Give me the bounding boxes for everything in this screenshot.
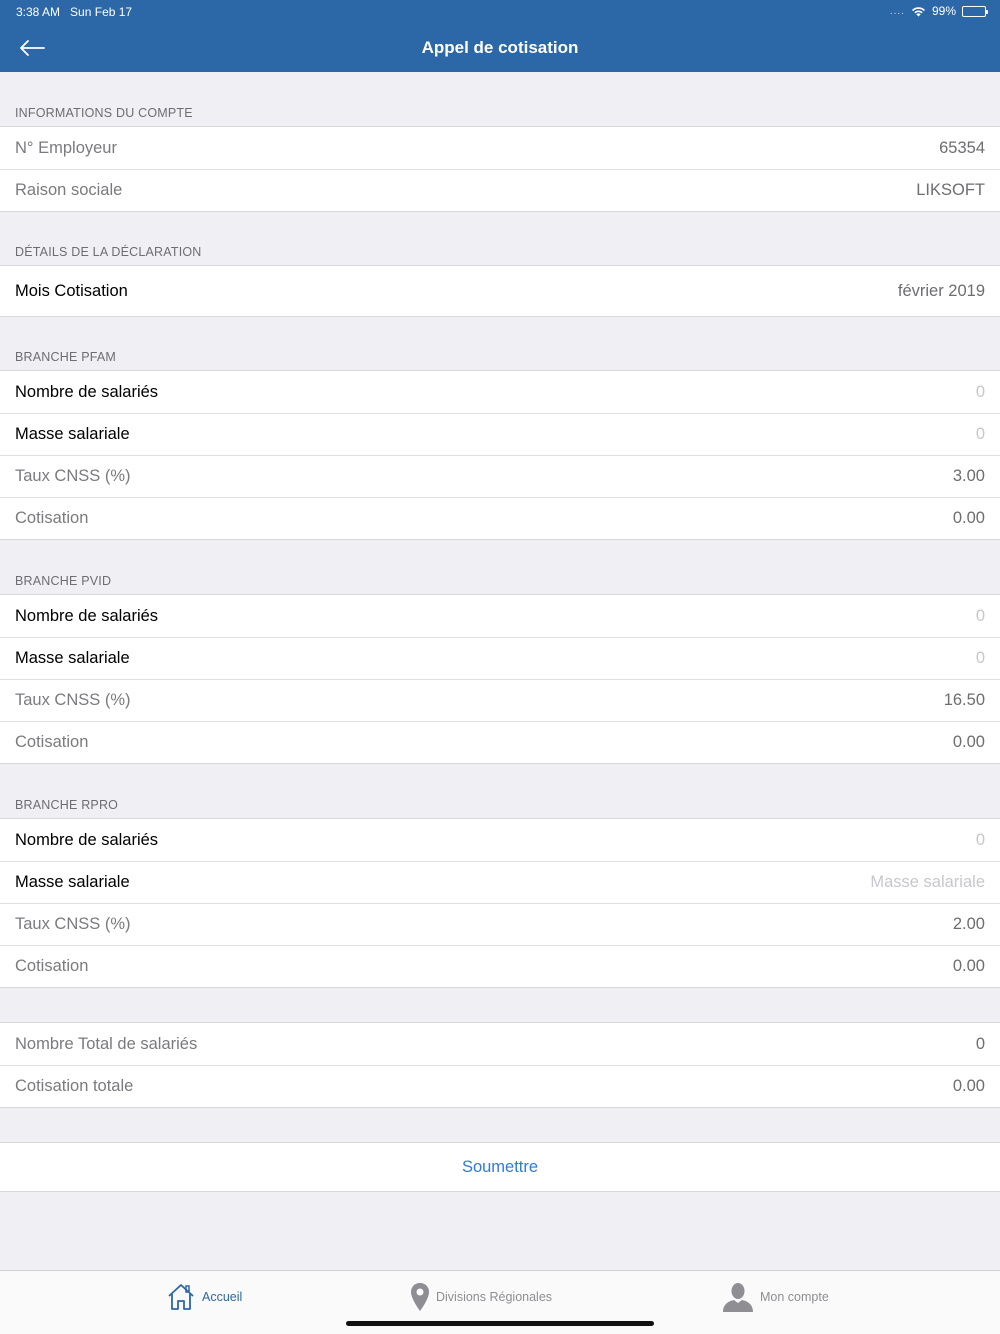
navigation-bar: Appel de cotisation [0,24,1000,72]
pfam-payroll-row: Masse salariale [0,413,1000,455]
pvid-rate-value: 16.50 [943,691,985,709]
month-value[interactable]: février 2019 [898,282,985,301]
pvid-employees-input[interactable] [685,606,985,626]
rpro-payroll-input[interactable] [685,873,985,892]
totals-group: Nombre Total de salariés 0 Cotisation to… [0,1022,1000,1108]
pvid-group: Nombre de salariés Masse salariale Taux … [0,594,1000,764]
pfam-employees-input[interactable] [685,382,985,402]
map-pin-icon [411,1283,429,1311]
tab-my-account-label: Mon compte [760,1290,829,1304]
rpro-group: Nombre de salariés Masse salariale Taux … [0,818,1000,988]
pfam-employees-row: Nombre de salariés [0,371,1000,413]
pvid-contribution-label: Cotisation [15,733,89,751]
account-group: N° Employeur 65354 Raison sociale LIKSOF… [0,126,1000,212]
status-right: .... 99% [889,4,988,18]
pfam-rate-label: Taux CNSS (%) [15,467,131,485]
home-indicator [346,1321,654,1326]
company-label: Raison sociale [15,181,123,199]
tab-regional-divisions[interactable]: Divisions Régionales [410,1281,552,1313]
rpro-rate-label: Taux CNSS (%) [15,915,131,933]
pvid-rate-row: Taux CNSS (%) 16.50 [0,679,1000,721]
rpro-employees-label: Nombre de salariés [15,830,159,849]
tab-regional-divisions-label: Divisions Régionales [436,1290,553,1304]
pfam-rate-row: Taux CNSS (%) 3.00 [0,455,1000,497]
wifi-icon [911,6,925,16]
rpro-contribution-label: Cotisation [15,957,89,975]
pvid-payroll-input[interactable] [685,649,985,668]
rpro-payroll-row: Masse salariale [0,861,1000,903]
pfam-payroll-input[interactable] [685,425,985,444]
declaration-group: Mois Cotisation février 2019 [0,265,1000,317]
rpro-rate-row: Taux CNSS (%) 2.00 [0,903,1000,945]
section-header-pfam: BRANCHE PFAM [15,350,117,364]
pvid-rate-label: Taux CNSS (%) [15,691,131,709]
pfam-contribution-row: Cotisation 0.00 [0,497,1000,539]
section-header-rpro: BRANCHE RPRO [15,798,119,812]
total-contribution-value: 0.00 [952,1077,985,1095]
page-title: Appel de cotisation [421,38,579,57]
pfam-group: Nombre de salariés Masse salariale Taux … [0,370,1000,540]
rpro-contribution-row: Cotisation 0.00 [0,945,1000,987]
pfam-contribution-value: 0.00 [952,509,985,527]
rpro-employees-row: Nombre de salariés [0,819,1000,861]
month-row[interactable]: Mois Cotisation février 2019 [0,266,1000,316]
total-employees-value: 0 [975,1034,985,1053]
status-time: 3:38 AM Sun Feb 17 [16,5,133,19]
employer-row: N° Employeur 65354 [0,127,1000,169]
pvid-contribution-value: 0.00 [952,733,985,751]
submit-button[interactable]: Soumettre [0,1142,1000,1192]
rpro-payroll-label: Masse salariale [15,873,130,891]
total-contribution-label: Cotisation totale [15,1077,134,1095]
employer-value: 65354 [939,138,985,157]
rpro-rate-value: 2.00 [952,915,985,933]
pvid-employees-row: Nombre de salariés [0,595,1000,637]
total-contribution-row: Cotisation totale 0.00 [0,1065,1000,1107]
total-employees-label: Nombre Total de salariés [15,1034,198,1053]
rpro-employees-input[interactable] [685,830,985,850]
battery-percent: 99% [931,4,956,18]
signal-dots: .... [889,5,905,17]
pvid-employees-label: Nombre de salariés [15,606,159,625]
pfam-rate-value: 3.00 [952,467,985,485]
battery-icon [962,5,988,17]
month-label: Mois Cotisation [15,281,128,300]
total-employees-row: Nombre Total de salariés 0 [0,1023,1000,1065]
pvid-payroll-row: Masse salariale [0,637,1000,679]
tab-home-label: Accueil [202,1290,243,1304]
company-row: Raison sociale LIKSOFT [0,169,1000,211]
pfam-payroll-label: Masse salariale [15,425,130,443]
home-icon [168,1284,194,1310]
rpro-contribution-value: 0.00 [952,957,985,975]
pfam-employees-label: Nombre de salariés [15,382,159,401]
user-icon [723,1283,753,1312]
employer-label: N° Employeur [15,138,117,157]
tab-my-account[interactable]: Mon compte [722,1281,829,1313]
pvid-payroll-label: Masse salariale [15,649,130,667]
section-header-pvid: BRANCHE PVID [15,574,112,588]
company-value: LIKSOFT [916,181,985,199]
pvid-contribution-row: Cotisation 0.00 [0,721,1000,763]
section-header-declaration: DÉTAILS DE LA DÉCLARATION [15,245,202,259]
status-bar: 3:38 AM Sun Feb 17 .... 99% [0,0,1000,24]
pfam-contribution-label: Cotisation [15,509,89,527]
section-header-account: INFORMATIONS DU COMPTE [15,106,193,120]
tab-home[interactable]: Accueil [166,1281,242,1313]
